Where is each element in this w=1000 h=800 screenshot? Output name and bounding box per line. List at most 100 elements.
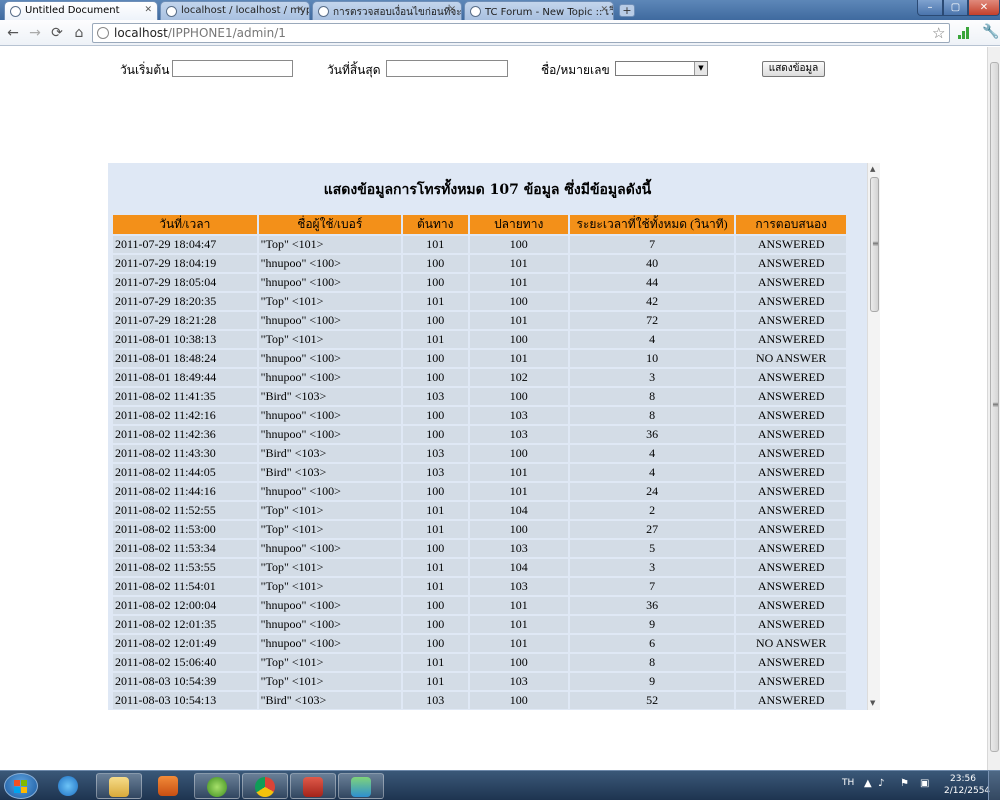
taskbar-messenger[interactable] bbox=[338, 773, 384, 799]
taskbar-media-player[interactable] bbox=[146, 773, 192, 799]
cell-source: 100 bbox=[402, 255, 468, 272]
cell-source: 100 bbox=[402, 312, 468, 329]
tab-title: Untitled Document bbox=[25, 5, 120, 16]
end-date-input[interactable] bbox=[386, 60, 508, 77]
cell-source: 103 bbox=[402, 692, 468, 709]
chrome-icon bbox=[255, 777, 275, 797]
cell-duration: 36 bbox=[569, 597, 735, 614]
taskbar-paint[interactable] bbox=[290, 773, 336, 799]
cell-source: 100 bbox=[402, 426, 468, 443]
cell-disposition: ANSWERED bbox=[736, 312, 846, 329]
cell-user: "Bird" <103> bbox=[258, 464, 401, 481]
cell-destination: 104 bbox=[469, 559, 568, 576]
globe-icon bbox=[10, 6, 21, 17]
back-arrow-icon[interactable]: ← bbox=[4, 24, 22, 42]
reload-icon[interactable]: ⟳ bbox=[48, 24, 66, 42]
cell-duration: 10 bbox=[569, 350, 735, 367]
network-icon[interactable]: ▣ bbox=[920, 778, 929, 789]
table-row: 2011-07-29 18:05:04 "hnupoo" <100> 100 101 4… bbox=[113, 274, 846, 291]
cell-user: "Bird" <103> bbox=[258, 692, 401, 709]
cell-datetime: 2011-07-29 18:05:04 bbox=[113, 274, 257, 291]
call-report-panel: แสดงข้อมูลการโทรทั้งหมด 107 ข้อมูล ซึ่งม… bbox=[108, 163, 867, 710]
taskbar-clock[interactable]: 23:56 2/12/2554 bbox=[944, 773, 990, 797]
action-center-flag-icon[interactable]: ⚑ bbox=[900, 778, 909, 789]
cell-source: 100 bbox=[402, 407, 468, 424]
cell-source: 100 bbox=[402, 369, 468, 386]
tab-untitled-document[interactable]: Untitled Document ✕ bbox=[4, 1, 158, 20]
address-bar[interactable]: localhost/IPPHONE1/admin/1 bbox=[92, 23, 950, 43]
show-desktop-button[interactable] bbox=[988, 771, 1000, 800]
media-player-icon bbox=[158, 776, 178, 796]
tab-tc-forum[interactable]: TC Forum - New Topic :: เว็ ✕ bbox=[464, 1, 614, 20]
taskbar-dreamweaver[interactable] bbox=[194, 773, 240, 799]
cell-source: 101 bbox=[402, 673, 468, 690]
page-icon bbox=[97, 27, 109, 39]
cell-destination: 104 bbox=[469, 502, 568, 519]
cell-duration: 6 bbox=[569, 635, 735, 652]
cell-user: "hnupoo" <100> bbox=[258, 274, 401, 291]
show-data-button[interactable]: แสดงข้อมูล bbox=[762, 61, 825, 77]
cell-source: 100 bbox=[402, 350, 468, 367]
tray-expand-icon[interactable]: ▲ bbox=[864, 778, 872, 789]
wrench-menu-icon[interactable]: 🔧 bbox=[982, 24, 999, 40]
taskbar-chrome[interactable] bbox=[242, 773, 288, 799]
report-scrollbar[interactable]: ▲ ≡ ▼ bbox=[867, 163, 880, 710]
name-number-select[interactable]: ▼ bbox=[615, 61, 708, 76]
dropdown-arrow-icon[interactable]: ▼ bbox=[694, 62, 707, 75]
column-header-source: ต้นทาง bbox=[402, 215, 468, 234]
cell-destination: 101 bbox=[469, 616, 568, 633]
start-date-input[interactable] bbox=[172, 60, 293, 77]
cell-destination: 103 bbox=[469, 426, 568, 443]
table-header-row: วันที่/เวลา ชื่อผู้ใช้/เบอร์ ต้นทาง ปลาย… bbox=[113, 215, 846, 234]
cell-source: 101 bbox=[402, 293, 468, 310]
close-tab-icon[interactable]: ✕ bbox=[448, 5, 456, 15]
cell-duration: 7 bbox=[569, 578, 735, 595]
close-tab-icon[interactable]: ✕ bbox=[296, 5, 304, 15]
scroll-up-icon[interactable]: ▲ bbox=[870, 165, 875, 173]
cell-user: "hnupoo" <100> bbox=[258, 255, 401, 272]
cell-destination: 101 bbox=[469, 312, 568, 329]
cell-disposition: ANSWERED bbox=[736, 331, 846, 348]
table-row: 2011-08-02 12:01:35 "hnupoo" <100> 100 101 9… bbox=[113, 616, 846, 633]
cell-datetime: 2011-08-02 11:52:55 bbox=[113, 502, 257, 519]
forward-arrow-icon[interactable]: → bbox=[26, 24, 44, 42]
volume-icon[interactable]: ♪ bbox=[878, 778, 884, 789]
cell-disposition: ANSWERED bbox=[736, 369, 846, 386]
close-window-button[interactable]: ✕ bbox=[968, 0, 1000, 16]
cell-destination: 100 bbox=[469, 654, 568, 671]
bookmark-star-icon[interactable]: ☆ bbox=[932, 24, 945, 42]
start-button[interactable] bbox=[4, 773, 38, 799]
cell-destination: 102 bbox=[469, 369, 568, 386]
taskbar-internet-explorer[interactable] bbox=[46, 773, 92, 799]
cell-source: 100 bbox=[402, 483, 468, 500]
cell-disposition: ANSWERED bbox=[736, 673, 846, 690]
cell-user: "hnupoo" <100> bbox=[258, 540, 401, 557]
home-icon[interactable]: ⌂ bbox=[70, 24, 88, 42]
tab-phpmyadmin[interactable]: localhost / localhost / myph ✕ bbox=[160, 1, 310, 20]
table-row: 2011-08-02 11:43:30 "Bird" <103> 103 100 4 AN… bbox=[113, 445, 846, 462]
new-tab-button[interactable]: + bbox=[619, 4, 635, 17]
tab-title: TC Forum - New Topic :: เว็ bbox=[485, 7, 614, 18]
cell-disposition: ANSWERED bbox=[736, 426, 846, 443]
cell-duration: 9 bbox=[569, 673, 735, 690]
cell-datetime: 2011-07-29 18:21:28 bbox=[113, 312, 257, 329]
page-scrollbar[interactable]: ≡ bbox=[987, 47, 1000, 770]
table-row: 2011-07-29 18:04:47 "Top" <101> 101 100 7 ANS… bbox=[113, 236, 846, 253]
cell-disposition: ANSWERED bbox=[736, 274, 846, 291]
column-header-user: ชื่อผู้ใช้/เบอร์ bbox=[258, 215, 401, 234]
close-tab-icon[interactable]: ✕ bbox=[144, 5, 152, 15]
taskbar-explorer[interactable] bbox=[96, 773, 142, 799]
signal-extension-icon[interactable] bbox=[958, 27, 970, 39]
cell-duration: 2 bbox=[569, 502, 735, 519]
scroll-down-icon[interactable]: ▼ bbox=[870, 699, 875, 707]
cell-datetime: 2011-08-02 12:00:04 bbox=[113, 597, 257, 614]
end-date-label: วันที่สิ้นสุด bbox=[327, 63, 381, 77]
cell-source: 103 bbox=[402, 445, 468, 462]
column-header-duration: ระยะเวลาที่ใช้ทั้งหมด (วินาที) bbox=[569, 215, 735, 234]
cell-datetime: 2011-08-02 11:42:36 bbox=[113, 426, 257, 443]
language-indicator[interactable]: TH bbox=[842, 778, 854, 788]
close-tab-icon[interactable]: ✕ bbox=[600, 5, 608, 15]
tab-condition-check[interactable]: การตรวจสอบเงื่อนไขก่อนที่จะเ ✕ bbox=[312, 1, 462, 20]
minimize-button[interactable]: – bbox=[917, 0, 943, 16]
maximize-button[interactable]: ▢ bbox=[943, 0, 968, 16]
